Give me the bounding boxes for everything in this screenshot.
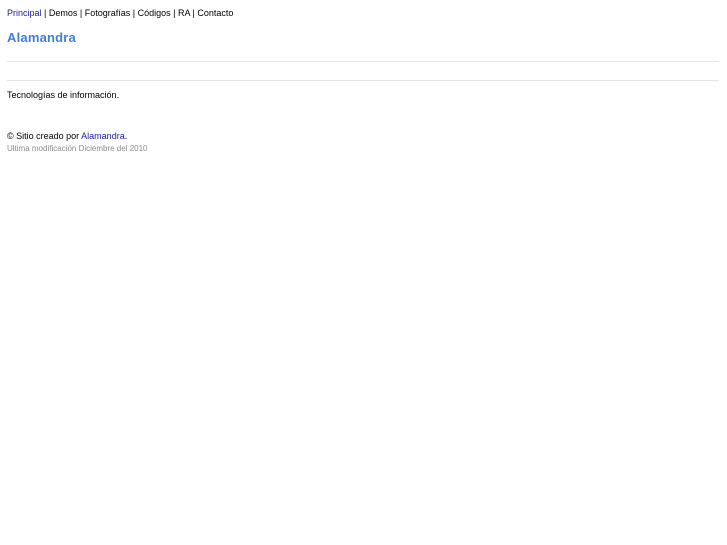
nav-demos-link[interactable]: Demos bbox=[49, 8, 78, 18]
nav-separator: | bbox=[77, 8, 85, 18]
nav-ra-link[interactable]: RA bbox=[178, 8, 190, 18]
top-nav: Principal | Demos | Fotografías | Código… bbox=[7, 7, 233, 19]
credit-suffix: . bbox=[124, 131, 128, 141]
nav-contacto-link[interactable]: Contacto bbox=[197, 8, 233, 18]
site-title: Alamandra bbox=[7, 30, 76, 45]
credit-prefix: © Sitio creado por bbox=[7, 131, 82, 141]
site-tagline: Tecnologías de información. bbox=[7, 90, 120, 100]
page: Principal | Demos | Fotografías | Código… bbox=[0, 0, 727, 545]
footer-credit: © Sitio creado por Alamandra. bbox=[7, 130, 127, 142]
content-divider bbox=[7, 80, 719, 81]
nav-fotografias-link[interactable]: Fotografías bbox=[85, 8, 131, 18]
nav-codigos-link[interactable]: Códigos bbox=[138, 8, 171, 18]
nav-separator: | bbox=[130, 8, 138, 18]
credit-author-link[interactable]: Alamandra bbox=[81, 131, 125, 141]
header-divider bbox=[7, 61, 719, 62]
nav-separator: | bbox=[41, 8, 49, 18]
last-modified: Ultima modificación Diciembre del 2010 bbox=[7, 144, 148, 153]
nav-principal-link[interactable]: Principal bbox=[7, 8, 42, 18]
nav-separator: | bbox=[170, 8, 178, 18]
